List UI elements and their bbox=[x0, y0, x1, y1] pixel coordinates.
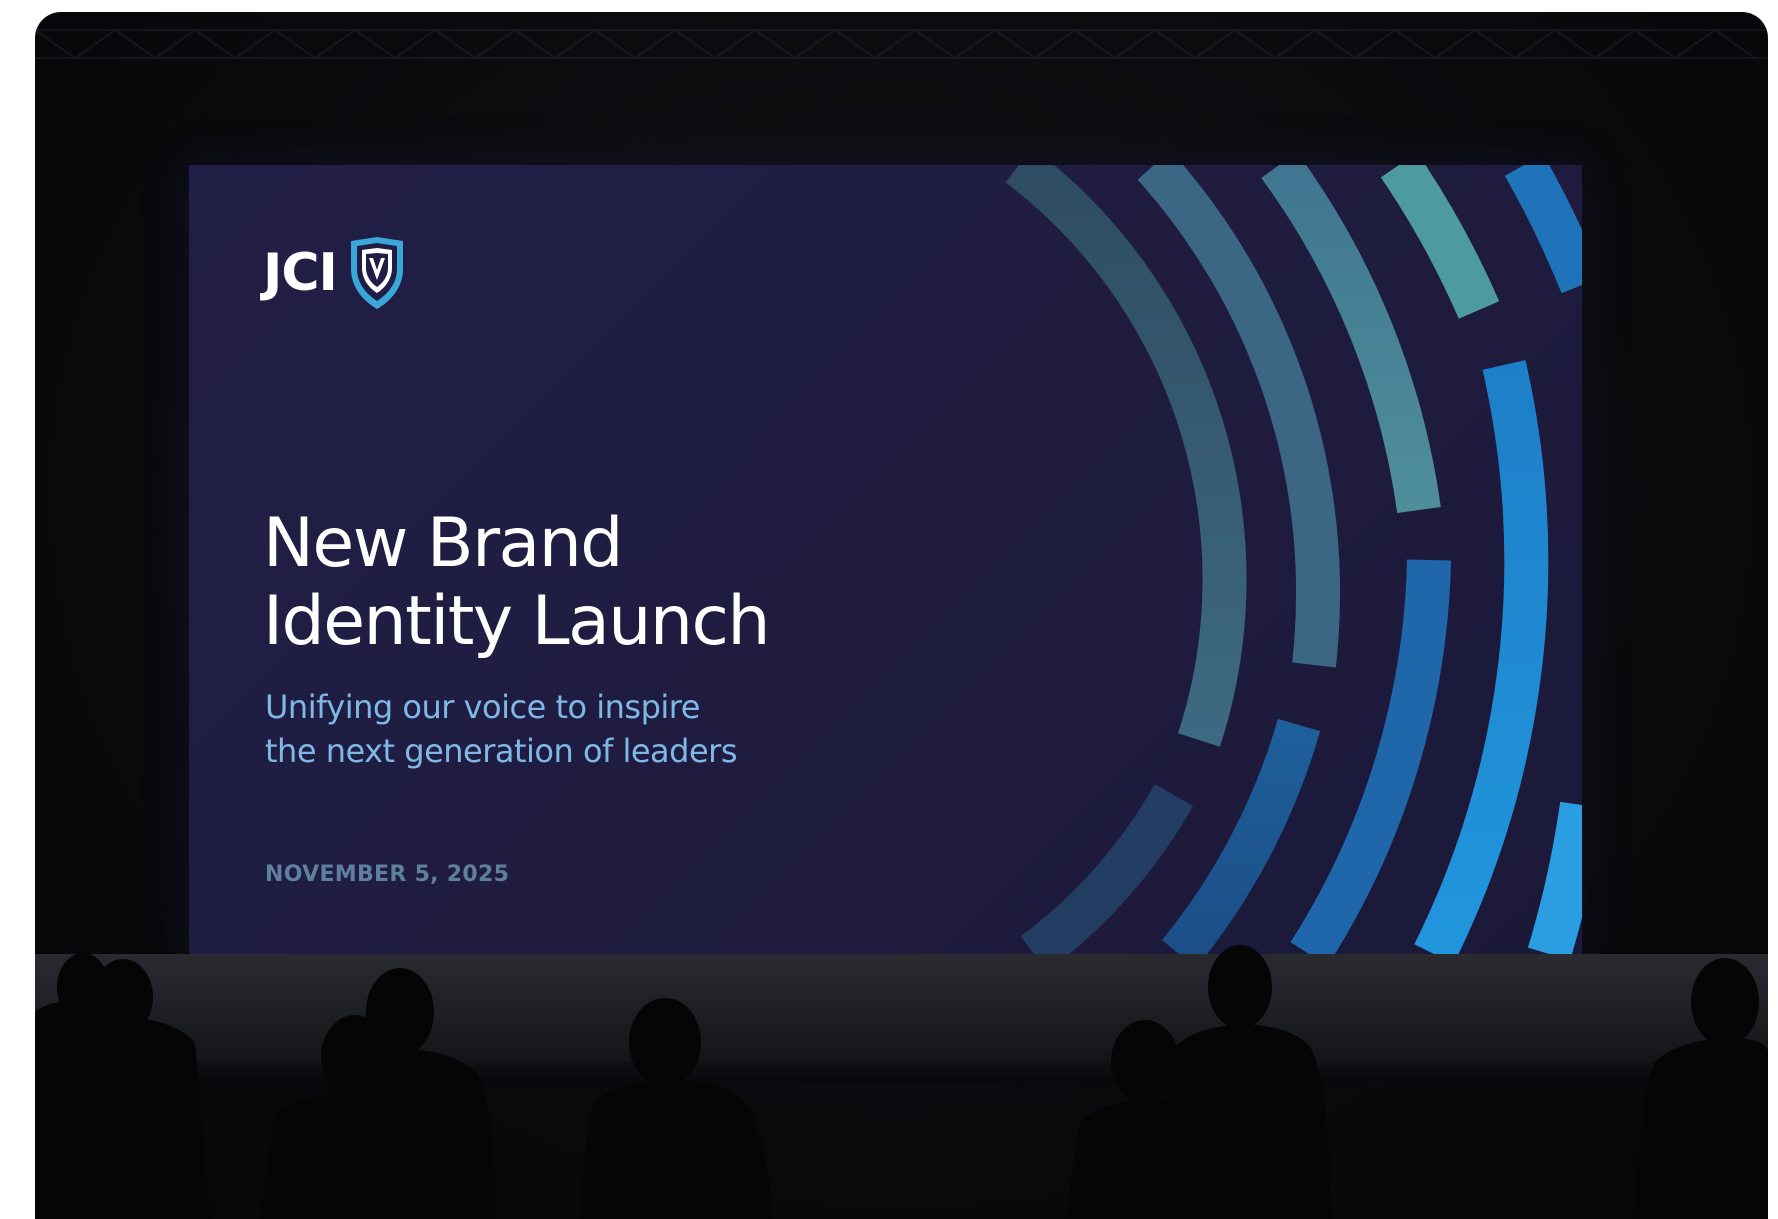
audience-silhouettes bbox=[35, 945, 1768, 1219]
audience-head bbox=[321, 1015, 389, 1099]
audience-person bbox=[1065, 1099, 1235, 1219]
audience-head bbox=[1111, 1020, 1179, 1104]
audience-head bbox=[629, 998, 701, 1086]
audience-person bbox=[260, 1093, 450, 1219]
audience-person bbox=[65, 1018, 210, 1219]
audience-head bbox=[1208, 945, 1272, 1029]
photo-frame: JCI New Brand Identity Launch Unifying o… bbox=[35, 12, 1768, 1219]
audience-person bbox=[580, 1079, 773, 1219]
audience-person bbox=[1635, 1038, 1768, 1219]
audience-head bbox=[93, 959, 153, 1035]
audience-head bbox=[1691, 958, 1759, 1046]
